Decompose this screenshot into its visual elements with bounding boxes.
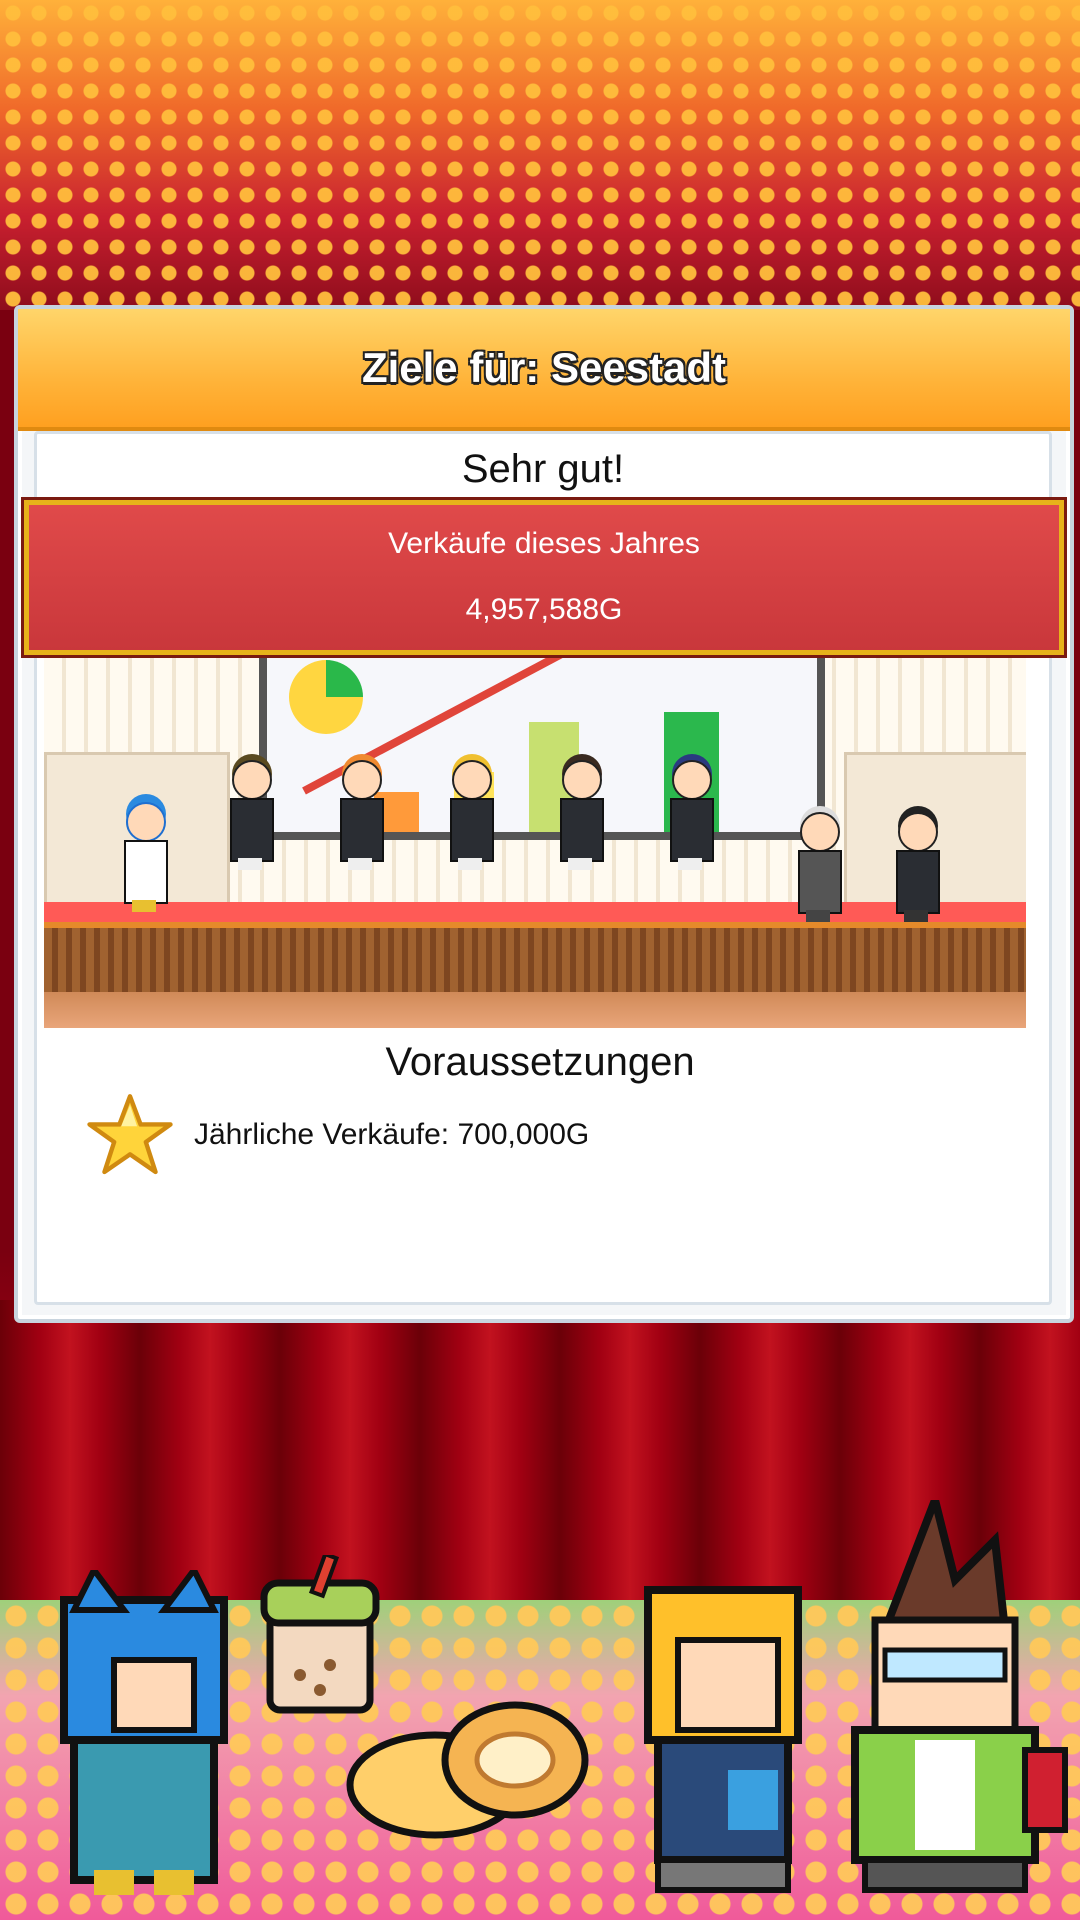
presenter-character bbox=[120, 802, 168, 912]
rating-text: Sehr gut! bbox=[461, 447, 625, 491]
requirements-title: Voraussetzungen bbox=[385, 1040, 695, 1084]
staff-character bbox=[226, 760, 274, 870]
presentation-scene bbox=[44, 652, 1026, 1028]
scene-floor bbox=[44, 992, 1026, 1028]
sales-label: Verkäufe dieses Jahres bbox=[388, 527, 700, 560]
staff-character bbox=[336, 760, 384, 870]
requirement-item: Jährliche Verkäufe: 700,000G bbox=[86, 1090, 589, 1180]
stage-front bbox=[44, 922, 1026, 998]
sales-summary: Verkäufe dieses Jahres 4,957,588G bbox=[21, 497, 1067, 658]
blonde-girl-character bbox=[644, 1586, 802, 1893]
requirement-text: Jährliche Verkäufe: 700,000G bbox=[194, 1118, 590, 1151]
boss-character bbox=[892, 812, 940, 922]
polka-background-top bbox=[0, 0, 1080, 310]
stage-top bbox=[44, 902, 1026, 922]
pancake-snack-icon bbox=[346, 1701, 589, 1839]
spiky-hair-man-character bbox=[851, 1500, 1068, 1893]
sales-value: 4,957,588G bbox=[465, 593, 623, 626]
staff-character bbox=[556, 760, 604, 870]
staff-character bbox=[666, 760, 714, 870]
dialog-title: Ziele für: Seestadt bbox=[361, 344, 727, 391]
elder-character bbox=[794, 812, 842, 922]
dialog-header: Ziele für: Seestadt bbox=[18, 309, 1070, 431]
staff-character bbox=[446, 760, 494, 870]
pie-chart-icon bbox=[289, 660, 363, 734]
star-icon bbox=[87, 1094, 173, 1175]
cat-ear-girl-character bbox=[60, 1570, 228, 1895]
